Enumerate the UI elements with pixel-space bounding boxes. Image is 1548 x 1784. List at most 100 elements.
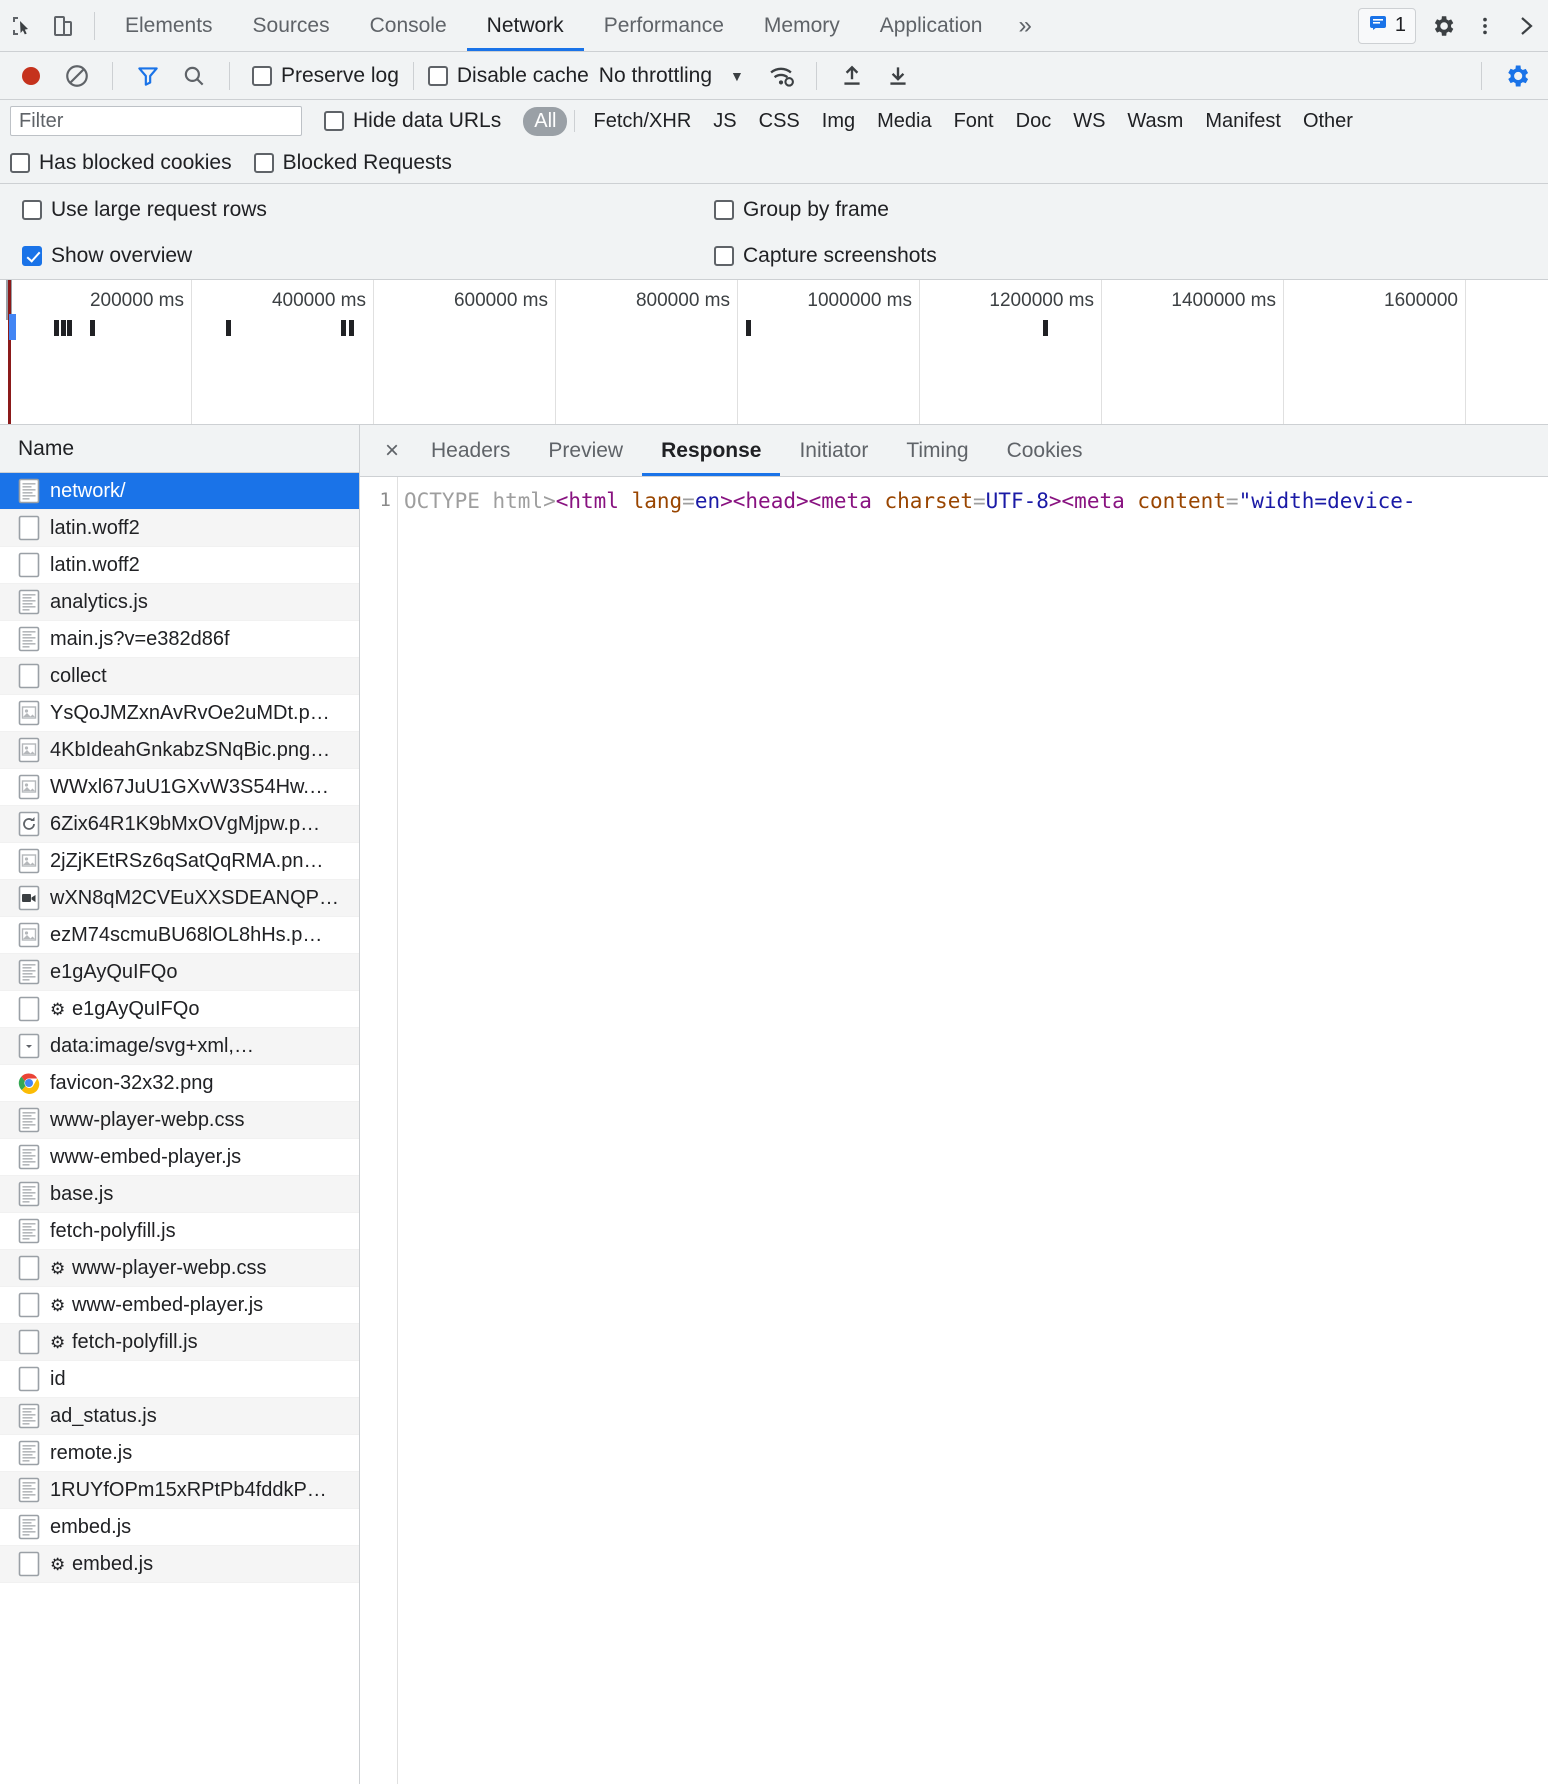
- filter-type-ws[interactable]: WS: [1062, 107, 1116, 136]
- request-row[interactable]: base.js: [0, 1176, 359, 1213]
- throttling-select-value[interactable]: No throttling: [599, 64, 712, 88]
- close-icon[interactable]: [1506, 5, 1548, 47]
- request-row[interactable]: collect: [0, 658, 359, 695]
- show-overview-checkbox[interactable]: Show overview: [22, 244, 714, 268]
- request-name: ⚙ www-player-webp.css: [50, 1256, 267, 1279]
- filter-type-js[interactable]: JS: [702, 107, 747, 136]
- import-har-icon[interactable]: [831, 55, 873, 97]
- network-conditions-icon[interactable]: [760, 55, 802, 97]
- filter-type-manifest[interactable]: Manifest: [1194, 107, 1292, 136]
- detail-tab-preview[interactable]: Preview: [529, 425, 642, 476]
- blocked-requests-checkbox[interactable]: Blocked Requests: [253, 151, 452, 175]
- tab-memory[interactable]: Memory: [744, 0, 860, 51]
- filter-type-fetch-xhr[interactable]: Fetch/XHR: [582, 107, 702, 136]
- issues-icon: [1368, 13, 1388, 39]
- search-icon[interactable]: [173, 55, 215, 97]
- filter-type-css[interactable]: CSS: [748, 107, 811, 136]
- request-row[interactable]: main.js?v=e382d86f: [0, 621, 359, 658]
- request-row[interactable]: ad_status.js: [0, 1398, 359, 1435]
- request-row[interactable]: network/: [0, 473, 359, 510]
- close-detail-icon[interactable]: ×: [372, 437, 412, 465]
- request-row[interactable]: favicon-32x32.png: [0, 1065, 359, 1102]
- clear-icon[interactable]: [56, 55, 98, 97]
- more-tabs-button[interactable]: »: [1002, 12, 1047, 40]
- request-row[interactable]: ⚙ embed.js: [0, 1546, 359, 1583]
- use-large-request-rows-box[interactable]: [22, 200, 42, 220]
- has-blocked-cookies-box[interactable]: [10, 152, 30, 173]
- record-stop-icon[interactable]: [10, 55, 52, 97]
- preserve-log-checkbox[interactable]: Preserve log: [252, 64, 399, 88]
- request-row[interactable]: ⚙ e1gAyQuIFQo: [0, 991, 359, 1028]
- request-row[interactable]: analytics.js: [0, 584, 359, 621]
- request-row[interactable]: fetch-polyfill.js: [0, 1213, 359, 1250]
- filter-type-doc[interactable]: Doc: [1005, 107, 1063, 136]
- tab-network[interactable]: Network: [466, 0, 584, 51]
- tab-elements[interactable]: Elements: [105, 0, 233, 51]
- more-vertical-icon[interactable]: [1464, 5, 1506, 47]
- preserve-log-box[interactable]: [252, 65, 272, 86]
- request-list[interactable]: network/latin.woff2 latin.woff2 analytics.…: [0, 473, 359, 1784]
- group-by-frame-box[interactable]: [714, 200, 734, 220]
- hide-data-urls-box[interactable]: [324, 111, 344, 131]
- response-source-line[interactable]: OCTYPE html><html lang=en><head><meta ch…: [398, 477, 1548, 1784]
- request-row[interactable]: id: [0, 1361, 359, 1398]
- request-row[interactable]: 1RUYfOPm15xRPtPb4fddkP…: [0, 1472, 359, 1509]
- network-settings-gear-icon[interactable]: [1496, 55, 1538, 97]
- request-row[interactable]: www-player-webp.css: [0, 1102, 359, 1139]
- request-name: remote.js: [50, 1441, 133, 1464]
- capture-screenshots-checkbox[interactable]: Capture screenshots: [714, 244, 937, 268]
- use-large-request-rows-checkbox[interactable]: Use large request rows: [22, 198, 714, 222]
- chevron-down-icon[interactable]: ▼: [730, 68, 744, 84]
- tab-performance[interactable]: Performance: [584, 0, 744, 51]
- request-row[interactable]: remote.js: [0, 1435, 359, 1472]
- gear-icon[interactable]: [1422, 5, 1464, 47]
- has-blocked-cookies-checkbox[interactable]: Has blocked cookies: [10, 151, 232, 175]
- request-row[interactable]: YsQoJMZxnAvRvOe2uMDt.p…: [0, 695, 359, 732]
- show-overview-box[interactable]: [22, 246, 42, 266]
- request-row[interactable]: embed.js: [0, 1509, 359, 1546]
- filter-type-all[interactable]: All: [523, 106, 568, 136]
- request-row[interactable]: latin.woff2: [0, 510, 359, 547]
- request-row[interactable]: 2jZjKEtRSz6qSatQqRMA.pn…: [0, 843, 359, 880]
- tab-application[interactable]: Application: [860, 0, 1003, 51]
- detail-tab-timing[interactable]: Timing: [887, 425, 987, 476]
- detail-tab-initiator[interactable]: Initiator: [780, 425, 887, 476]
- inspect-cursor-icon[interactable]: [0, 5, 42, 47]
- filter-type-wasm[interactable]: Wasm: [1116, 107, 1194, 136]
- issues-badge-button[interactable]: 1: [1357, 7, 1416, 44]
- request-row[interactable]: 4KbIdeahGnkabzSNqBic.png…: [0, 732, 359, 769]
- tab-sources[interactable]: Sources: [233, 0, 350, 51]
- capture-screenshots-box[interactable]: [714, 246, 734, 266]
- filter-type-media[interactable]: Media: [866, 107, 942, 136]
- detail-tab-response[interactable]: Response: [642, 425, 781, 476]
- hide-data-urls-checkbox[interactable]: Hide data URLs: [324, 109, 501, 133]
- request-row[interactable]: ⚙ fetch-polyfill.js: [0, 1324, 359, 1361]
- request-row[interactable]: e1gAyQuIFQo: [0, 954, 359, 991]
- request-column-header-name[interactable]: Name: [0, 425, 359, 473]
- device-toolbar-icon[interactable]: [42, 5, 84, 47]
- request-row[interactable]: data:image/svg+xml,…: [0, 1028, 359, 1065]
- blocked-requests-box[interactable]: [253, 152, 274, 173]
- tab-console[interactable]: Console: [350, 0, 467, 51]
- request-row[interactable]: ⚙ www-embed-player.js: [0, 1287, 359, 1324]
- export-har-icon[interactable]: [877, 55, 919, 97]
- request-row[interactable]: 6Zix64R1K9bMxOVgMjpw.p…: [0, 806, 359, 843]
- filter-input[interactable]: [10, 106, 302, 136]
- filter-type-other[interactable]: Other: [1292, 107, 1364, 136]
- request-row[interactable]: wXN8qM2CVEuXXSDEANQP…: [0, 880, 359, 917]
- group-by-frame-checkbox[interactable]: Group by frame: [714, 198, 937, 222]
- request-row[interactable]: www-embed-player.js: [0, 1139, 359, 1176]
- detail-tab-headers[interactable]: Headers: [412, 425, 529, 476]
- filter-funnel-icon[interactable]: [127, 55, 169, 97]
- network-overview-timeline[interactable]: 200000 ms 400000 ms 600000 ms 800000 ms 1000…: [0, 280, 1548, 425]
- filter-type-font[interactable]: Font: [943, 107, 1005, 136]
- disable-cache-box[interactable]: [427, 65, 448, 86]
- response-body-viewer[interactable]: 1 OCTYPE html><html lang=en><head><meta …: [360, 477, 1548, 1784]
- request-row[interactable]: latin.woff2: [0, 547, 359, 584]
- disable-cache-checkbox[interactable]: Disable cache: [427, 64, 589, 88]
- request-row[interactable]: ezM74scmuBU68lOL8hHs.p…: [0, 917, 359, 954]
- request-row[interactable]: WWxl67JuU1GXvW3S54Hw.…: [0, 769, 359, 806]
- detail-tab-cookies[interactable]: Cookies: [988, 425, 1102, 476]
- request-row[interactable]: ⚙ www-player-webp.css: [0, 1250, 359, 1287]
- filter-type-img[interactable]: Img: [811, 107, 866, 136]
